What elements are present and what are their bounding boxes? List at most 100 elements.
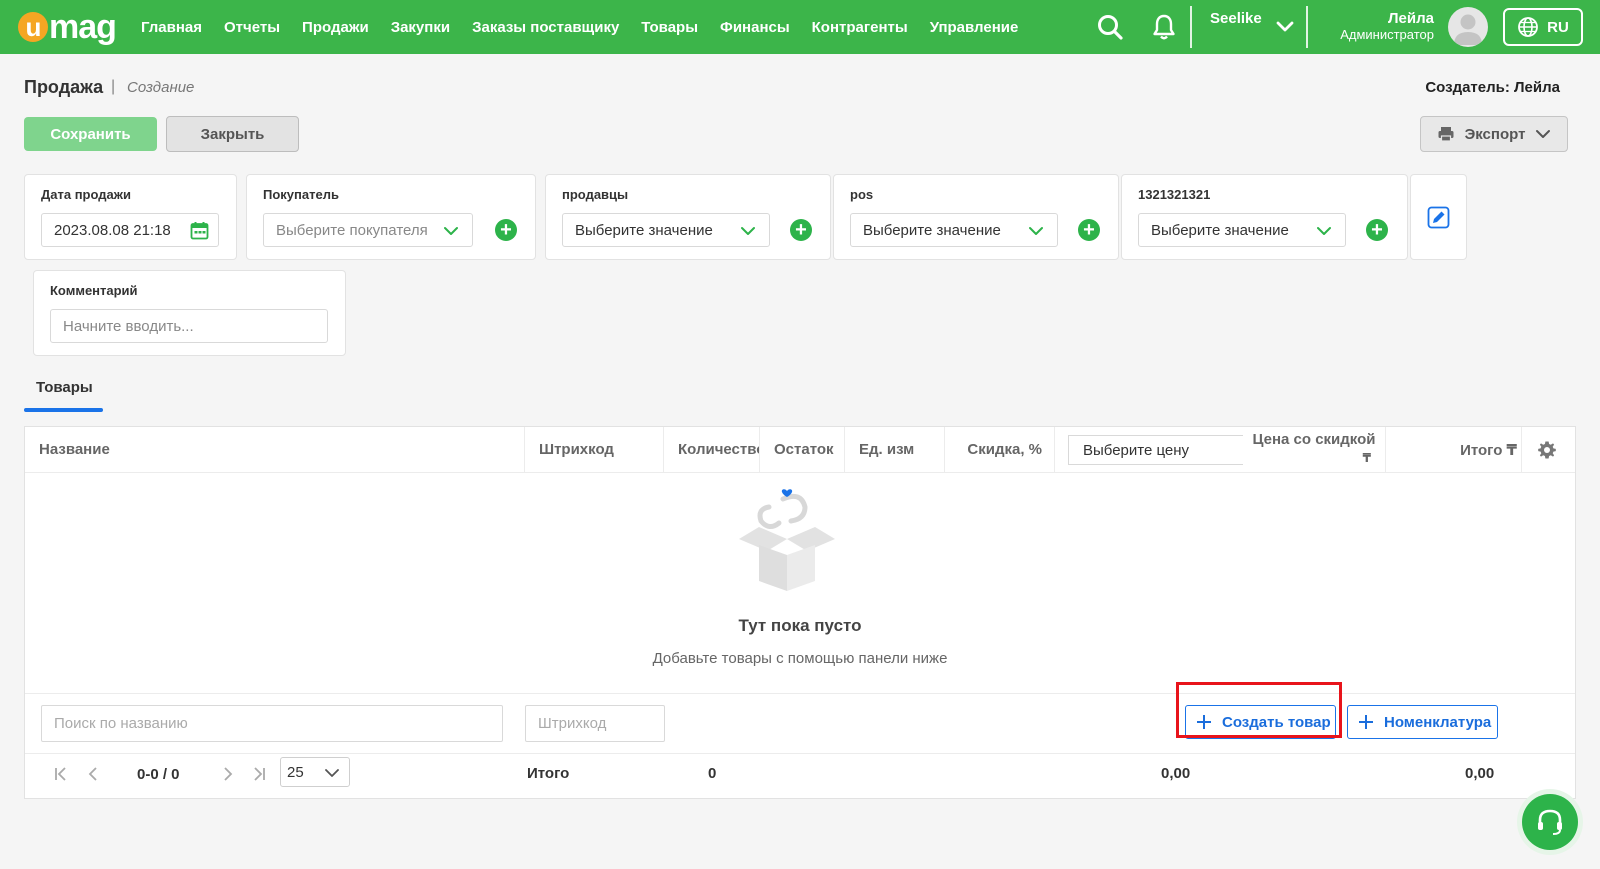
pagination-info: 0-0 / 0: [137, 765, 180, 783]
nav-item-supplier-orders[interactable]: Заказы поставщику: [472, 19, 619, 36]
sale-date-label: Дата продажи: [41, 187, 131, 202]
chevron-down-icon: [1029, 227, 1043, 235]
column-header-stock[interactable]: Остаток: [760, 427, 845, 472]
page-subtitle: Создание: [127, 79, 195, 96]
buyer-select[interactable]: Выберите покупателя: [263, 213, 473, 247]
custom-field-card: 1321321321 Выберите значение +: [1121, 174, 1408, 260]
add-custom-value-button[interactable]: +: [1366, 219, 1388, 241]
comment-placeholder: Начните вводить...: [63, 317, 194, 335]
nav-item-purchases[interactable]: Закупки: [391, 19, 450, 36]
pos-select[interactable]: Выберите значение: [850, 213, 1058, 247]
next-page-icon[interactable]: [218, 764, 238, 784]
chevron-down-icon: [1317, 227, 1331, 235]
column-header-discount[interactable]: Скидка, %: [945, 427, 1055, 472]
total-quantity: 0: [708, 765, 717, 782]
footer-divider: [25, 753, 1575, 754]
printer-icon: [1438, 127, 1454, 142]
totals-label: Итого: [527, 765, 570, 782]
headset-icon: [1538, 809, 1562, 835]
header-divider: [1306, 6, 1308, 48]
umag-logo[interactable]: uumagmag: [18, 8, 117, 46]
search-icon[interactable]: [1096, 13, 1124, 41]
column-header-unit[interactable]: Ед. изм: [845, 427, 945, 472]
column-header-total[interactable]: Итого ₸: [1387, 427, 1517, 472]
prev-page-icon[interactable]: [83, 764, 103, 784]
sale-date-field[interactable]: 2023.08.08 21:18: [41, 213, 219, 247]
nav-item-products[interactable]: Товары: [641, 19, 698, 36]
gear-icon[interactable]: [1537, 440, 1557, 460]
nav-item-home[interactable]: Главная: [141, 19, 202, 36]
user-avatar-icon: [1454, 14, 1482, 45]
globe-icon: [1518, 17, 1539, 37]
calendar-icon[interactable]: [190, 221, 209, 240]
column-header-barcode[interactable]: Штрихкод: [525, 427, 664, 472]
company-selector[interactable]: Seelike: [1210, 10, 1262, 27]
column-header-name[interactable]: Название: [25, 427, 525, 472]
nav-item-sales[interactable]: Продажи: [302, 19, 369, 36]
custom-field-select[interactable]: Выберите значение: [1138, 213, 1346, 247]
nav-item-management[interactable]: Управление: [930, 19, 1019, 36]
products-table: Название Штрихкод Количество Остаток Ед.…: [24, 426, 1576, 799]
sale-date-value: 2023.08.08 21:18: [54, 221, 171, 239]
buyer-label: Покупатель: [263, 187, 339, 202]
support-chat-button[interactable]: [1522, 794, 1578, 850]
creator-label: Создатель: Лейла: [1425, 79, 1560, 96]
main-nav: Главная Отчеты Продажи Закупки Заказы по…: [141, 0, 1040, 54]
product-search-input[interactable]: Поиск по названию: [41, 705, 503, 742]
page-title: Продажа: [24, 77, 104, 97]
add-buyer-button[interactable]: +: [495, 219, 517, 241]
plus-icon: [1359, 715, 1373, 729]
empty-state-title: Тут пока пусто: [738, 616, 862, 635]
comment-input[interactable]: Начните вводить...: [50, 309, 328, 343]
chevron-down-icon[interactable]: [1276, 18, 1294, 36]
export-button[interactable]: Экспорт: [1420, 116, 1568, 152]
add-seller-button[interactable]: +: [790, 219, 812, 241]
discounted-price-label: Цена со скидкой: [1252, 431, 1376, 448]
pos-placeholder: Выберите значение: [863, 221, 1001, 239]
nomenclature-button[interactable]: Номенклатура: [1347, 705, 1498, 739]
total-discounted-price: 0,00: [1161, 765, 1191, 782]
buyer-placeholder: Выберите покупателя: [276, 221, 428, 239]
header-divider: [25, 472, 1575, 473]
buyer-card: Покупатель Выберите покупателя +: [246, 174, 536, 260]
page-size-select[interactable]: 25: [280, 757, 350, 787]
nomenclature-label: Номенклатура: [1384, 713, 1492, 731]
tab-products[interactable]: Товары: [36, 379, 93, 396]
create-product-highlight: [1176, 682, 1342, 738]
tab-active-indicator: [24, 408, 103, 412]
save-button[interactable]: Сохранить: [24, 117, 157, 151]
breadcrumb-separator: |: [111, 78, 116, 95]
bell-icon[interactable]: [1150, 13, 1178, 41]
barcode-input[interactable]: Штрихкод: [525, 705, 665, 742]
sale-date-card: Дата продажи 2023.08.08 21:18: [24, 174, 237, 260]
pos-card: pos Выберите значение +: [833, 174, 1119, 260]
comment-label: Комментарий: [50, 283, 138, 298]
column-header-quantity[interactable]: Количество: [664, 427, 760, 472]
price-type-select[interactable]: Выберите цену: [1068, 435, 1243, 465]
close-button[interactable]: Закрыть: [166, 116, 299, 152]
nav-item-finance[interactable]: Финансы: [720, 19, 790, 36]
custom-field-placeholder: Выберите значение: [1151, 221, 1289, 239]
edit-fields-card: [1410, 174, 1467, 260]
last-page-icon[interactable]: [249, 764, 269, 784]
top-navigation-bar: uumagmag Главная Отчеты Продажи Закупки …: [0, 0, 1600, 54]
chevron-down-icon: [444, 227, 458, 235]
column-divider: [1521, 427, 1522, 472]
chevron-down-icon: [1536, 130, 1551, 138]
edit-icon[interactable]: [1427, 206, 1450, 229]
sellers-select[interactable]: Выберите значение: [562, 213, 770, 247]
user-name: Лейла: [1388, 10, 1434, 27]
avatar[interactable]: [1448, 7, 1488, 47]
header-divider: [1190, 6, 1192, 48]
language-label: RU: [1547, 18, 1569, 36]
first-page-icon[interactable]: [51, 764, 71, 784]
column-header-discounted-price[interactable]: Цена со скидкой ₸: [1243, 431, 1385, 467]
language-switcher[interactable]: RU: [1503, 8, 1583, 46]
total-sum: 0,00: [1465, 765, 1495, 782]
add-pos-button[interactable]: +: [1078, 219, 1100, 241]
chevron-down-icon: [741, 227, 755, 235]
nav-item-reports[interactable]: Отчеты: [224, 19, 280, 36]
sellers-card: продавцы Выберите значение +: [545, 174, 831, 260]
nav-item-counterparties[interactable]: Контрагенты: [812, 19, 908, 36]
sellers-label: продавцы: [562, 187, 629, 202]
